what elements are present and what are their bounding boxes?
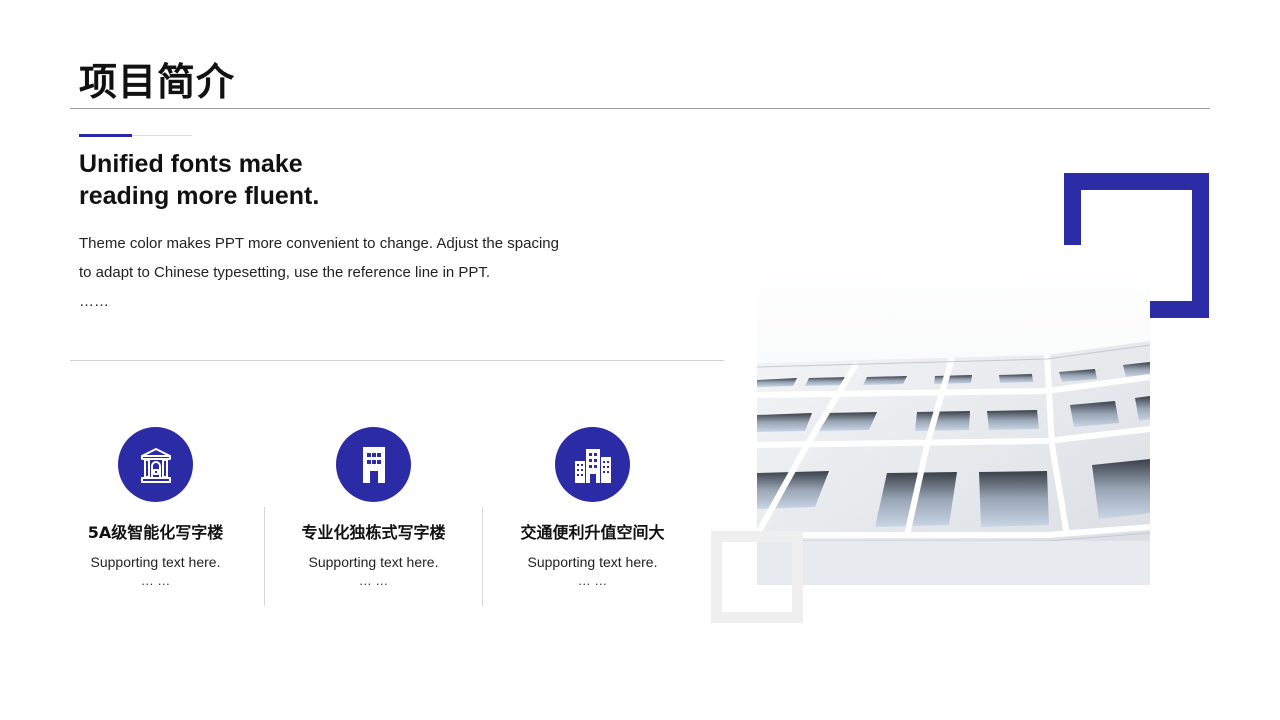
headline-line-2: reading more fluent. xyxy=(79,182,320,210)
body-paragraph: Theme color makes PPT more convenient to… xyxy=(79,229,619,316)
feature-card-3: 交通便利升值空间大 Supporting text here. … … xyxy=(483,427,702,607)
feature-title: 交通便利升值空间大 xyxy=(520,523,665,542)
feature-card-1: 5A级智能化写字楼 Supporting text here. … … xyxy=(46,427,265,607)
body-line-2: to adapt to Chinese typesetting, use the… xyxy=(79,264,491,281)
feature-subtitle: Supporting text here. xyxy=(527,554,658,570)
feature-subtitle: Supporting text here. xyxy=(90,554,221,570)
section-divider xyxy=(70,360,724,361)
feature-icon-circle xyxy=(336,427,411,502)
feature-ellipsis: … … xyxy=(577,573,608,588)
accent-line xyxy=(79,134,132,137)
office-tower-icon xyxy=(362,446,385,483)
building-illustration xyxy=(757,245,1150,585)
feature-ellipsis: … … xyxy=(358,573,389,588)
feature-card-2: 专业化独栋式写字楼 Supporting text here. … … xyxy=(264,427,483,607)
feature-icon-circle xyxy=(118,427,193,502)
body-line-1: Theme color makes PPT more convenient to… xyxy=(79,235,559,252)
city-buildings-icon xyxy=(574,448,611,483)
headline: Unified fonts make reading more fluent. xyxy=(79,148,319,212)
title-divider xyxy=(70,108,1210,109)
page-title: 项目简介 xyxy=(79,60,236,104)
body-ellipsis: …… xyxy=(79,293,109,310)
building-photo xyxy=(757,245,1150,585)
feature-icon-circle xyxy=(555,427,630,502)
decorative-grey-frame xyxy=(711,531,803,623)
headline-line-1: Unified fonts make xyxy=(79,150,303,178)
feature-subtitle: Supporting text here. xyxy=(308,554,439,570)
feature-ellipsis: … … xyxy=(140,573,171,588)
bank-building-icon xyxy=(140,447,171,483)
feature-title: 专业化独栋式写字楼 xyxy=(301,523,446,542)
feature-title: 5A级智能化写字楼 xyxy=(87,523,224,542)
